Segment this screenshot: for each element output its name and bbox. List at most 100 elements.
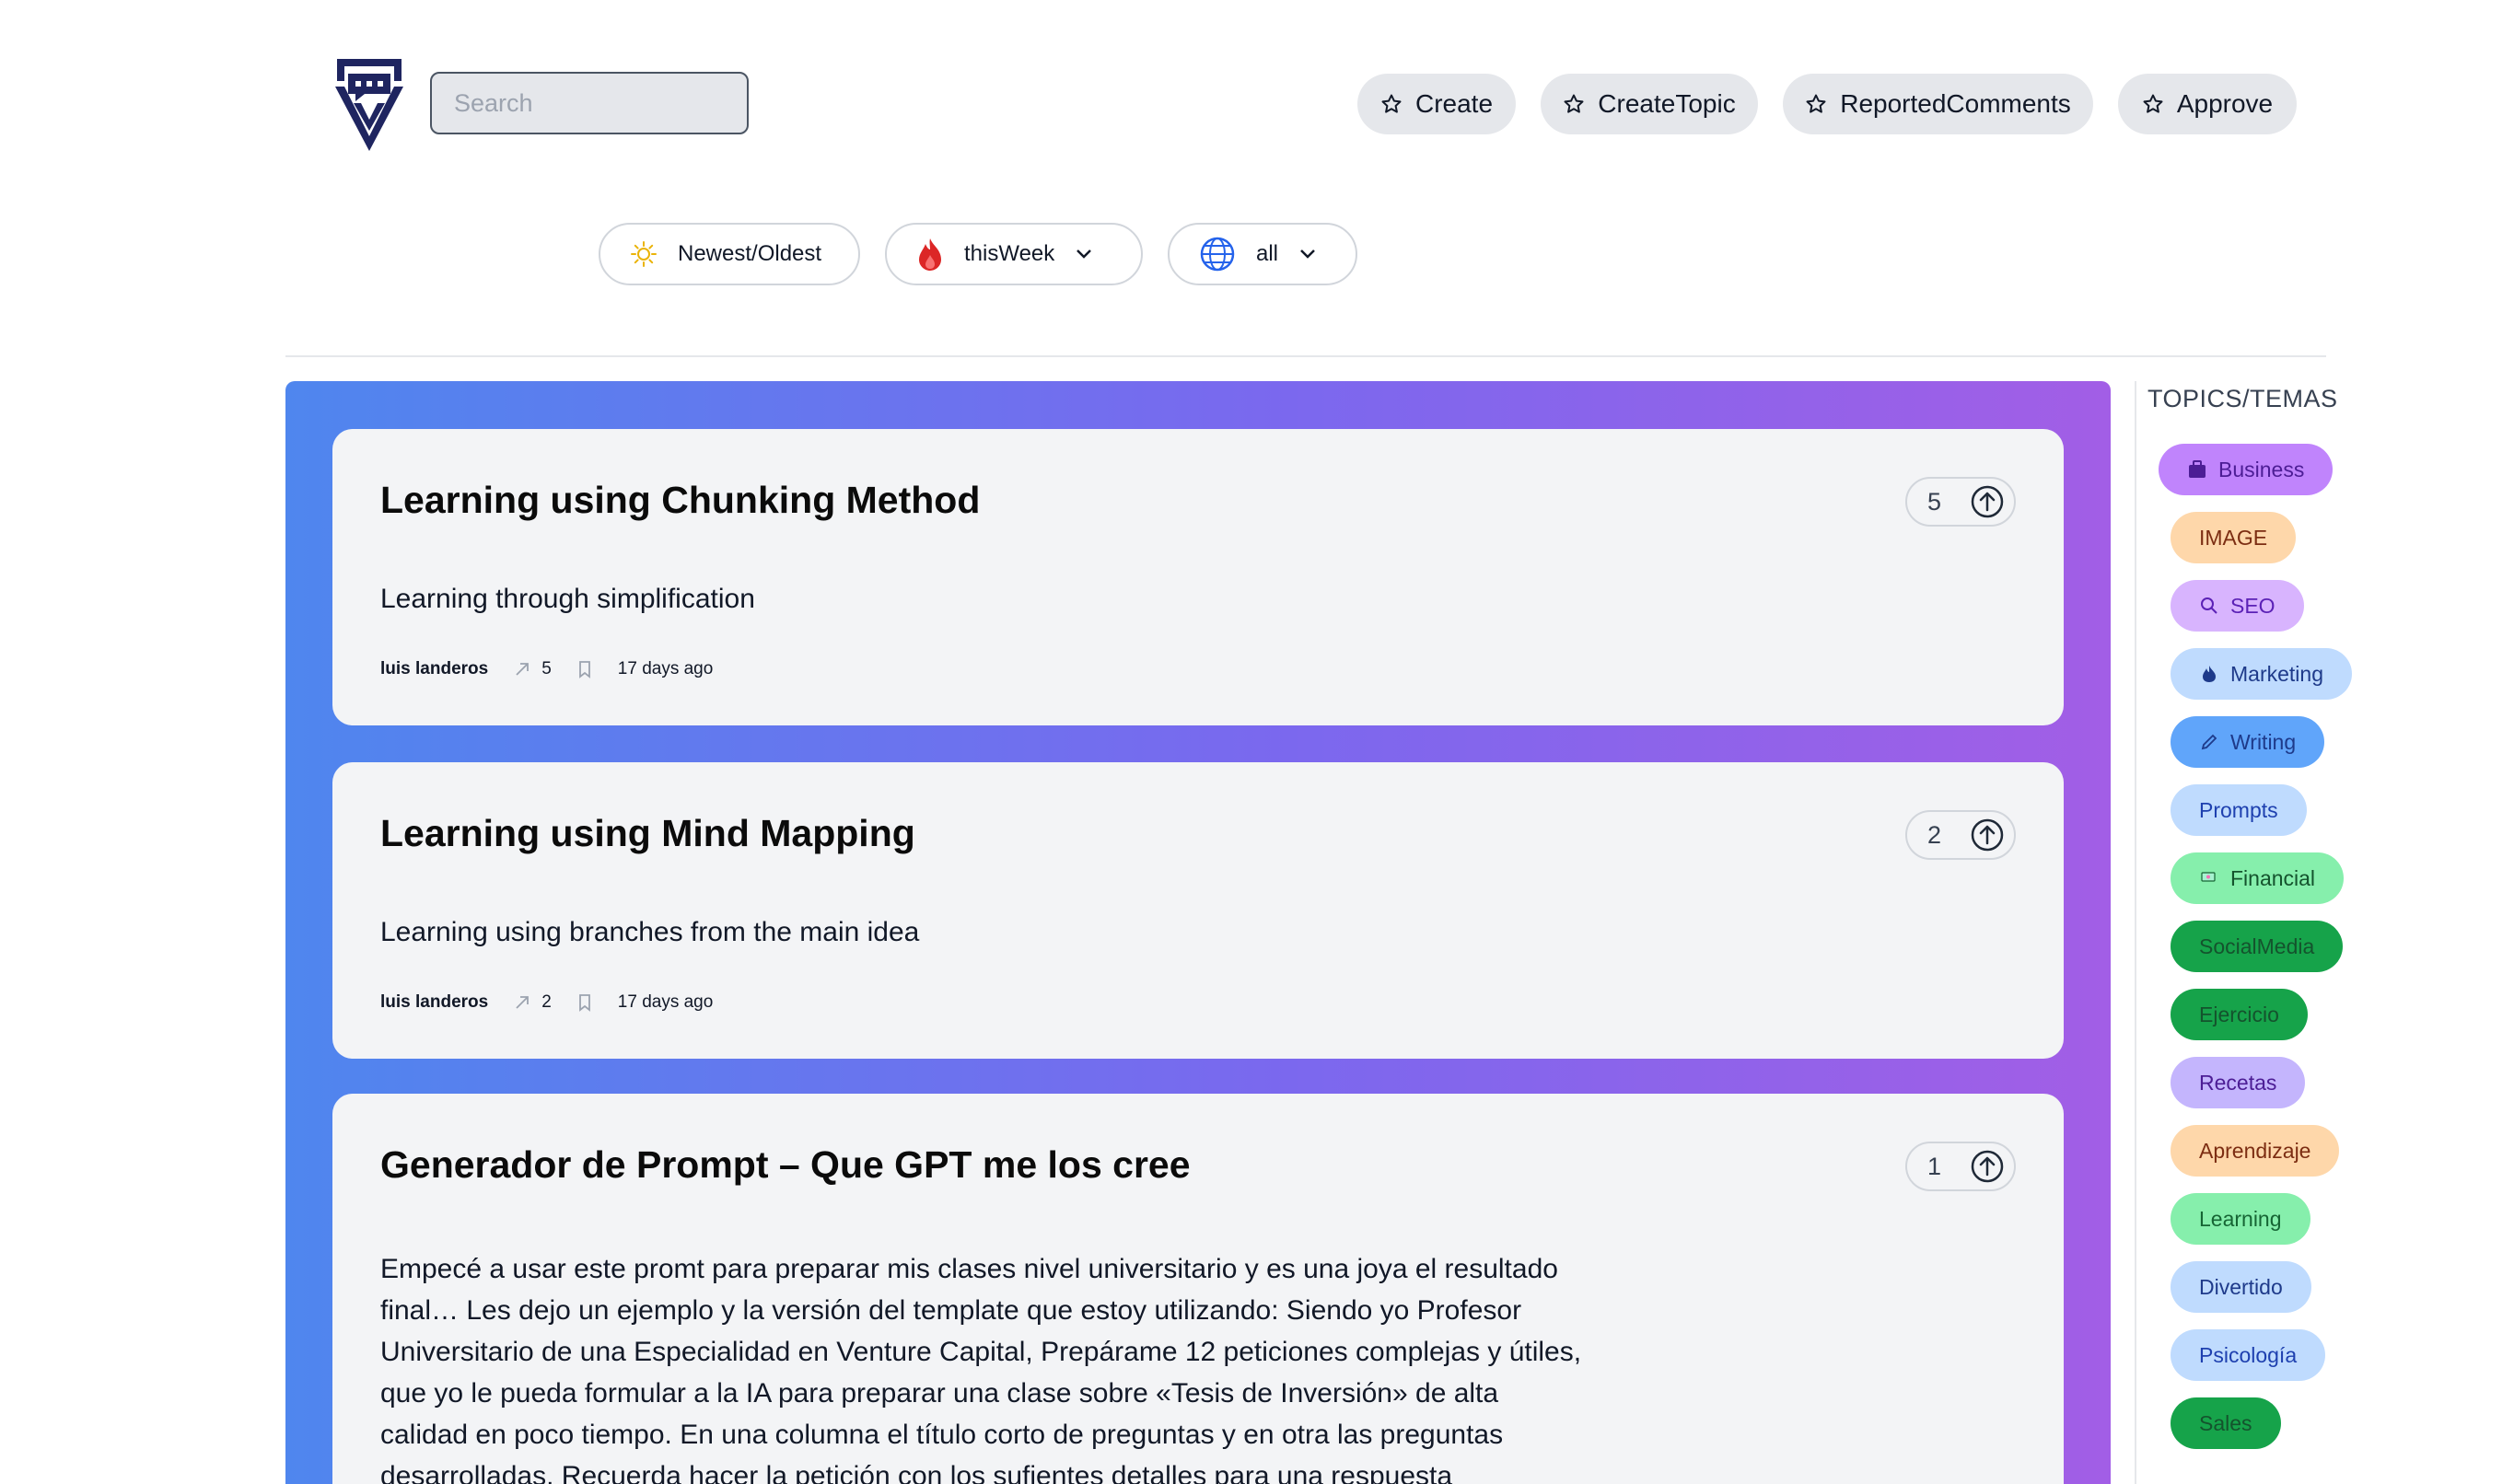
- topic-chip-label: Financial: [2230, 865, 2316, 890]
- share-count: 5: [541, 659, 552, 678]
- post-excerpt-line: final… Les dejo un ejemplo y la versión …: [380, 1295, 1522, 1326]
- post-time: 17 days ago: [617, 992, 714, 1012]
- topic-chip-label: SocialMedia: [2199, 933, 2315, 958]
- post-excerpt: Learning through simplification: [380, 584, 755, 614]
- topic-chip-label: SEO: [2230, 593, 2275, 618]
- topic-chip-learning[interactable]: Learning: [2171, 1193, 2310, 1245]
- topic-chip-recetas[interactable]: Recetas: [2171, 1057, 2306, 1108]
- money-icon: [2199, 868, 2219, 888]
- create-topic-button[interactable]: CreateTopic: [1541, 74, 1758, 134]
- period-filter-label: thisWeek: [964, 241, 1055, 266]
- post-excerpt-line: Universitario de una Especialidad en Ven…: [380, 1337, 1582, 1367]
- search-icon: [2199, 596, 2219, 616]
- sidebar-title: TOPICS/TEMAS: [2147, 385, 2338, 412]
- share-count: 2: [541, 992, 552, 1012]
- topic-chip-label: Learning: [2199, 1206, 2282, 1231]
- post-author[interactable]: luis landeros: [380, 992, 488, 1013]
- star-icon: [1564, 94, 1584, 113]
- reported-comments-button[interactable]: ReportedComments: [1783, 74, 2093, 134]
- create-topic-button-label: CreateTopic: [1598, 89, 1736, 118]
- header-divider: [285, 355, 2326, 357]
- post-title[interactable]: Learning using Chunking Method: [380, 479, 980, 522]
- topic-chip-label: IMAGE: [2199, 525, 2268, 550]
- post-card[interactable]: Generador de Prompt – Que GPT me los cre…: [332, 1094, 2064, 1484]
- topic-chip-label: Divertido: [2199, 1274, 2283, 1299]
- reported-comments-button-label: ReportedComments: [1840, 89, 2071, 118]
- topic-chip-label: Sales: [2199, 1410, 2252, 1435]
- share-arrow-icon[interactable]: [512, 992, 532, 1013]
- topic-chip-label: Psicología: [2199, 1342, 2298, 1367]
- topic-chip-label: Aprendizaje: [2199, 1138, 2311, 1163]
- post-time: 17 days ago: [617, 659, 714, 678]
- search-input[interactable]: [430, 72, 749, 134]
- topic-chip-psicología[interactable]: Psicología: [2171, 1329, 2326, 1381]
- scope-filter-label: all: [1256, 241, 1279, 266]
- topic-chip-label: Marketing: [2230, 661, 2323, 686]
- post-title[interactable]: Learning using Mind Mapping: [380, 812, 915, 855]
- post-card[interactable]: Learning using Chunking Method 5 Learnin…: [332, 429, 2064, 725]
- chevron-down-icon: [1300, 249, 1315, 259]
- bookmark-icon[interactable]: [576, 659, 594, 679]
- flame-icon: [2199, 664, 2219, 684]
- topic-chip-business[interactable]: Business: [2159, 444, 2334, 495]
- topic-chip-image[interactable]: IMAGE: [2171, 512, 2297, 563]
- topic-chip-label: Ejercicio: [2199, 1002, 2279, 1026]
- sort-filter-label: Newest/Oldest: [678, 241, 822, 266]
- upvote-arrow-icon[interactable]: [1970, 817, 2005, 852]
- star-icon: [2143, 94, 2163, 113]
- post-excerpt: Learning using branches from the main id…: [380, 917, 920, 947]
- upvote-arrow-icon[interactable]: [1970, 1149, 2005, 1184]
- post-excerpt-line: calidad en poco tiempo. En una columna e…: [380, 1420, 1504, 1450]
- globe-icon: [1200, 237, 1235, 272]
- share-arrow-icon[interactable]: [512, 659, 532, 679]
- vote-count: 1: [1927, 1152, 1942, 1180]
- topic-chip-label: Business: [2218, 457, 2305, 481]
- post-author[interactable]: luis landeros: [380, 659, 488, 679]
- vote-count: 2: [1927, 820, 1942, 849]
- star-icon: [1806, 94, 1826, 113]
- topic-chip-ejercicio[interactable]: Ejercicio: [2171, 989, 2308, 1040]
- vote-widget: 1: [1905, 1142, 2016, 1191]
- period-filter-dropdown[interactable]: thisWeek: [885, 223, 1143, 285]
- post-card[interactable]: Learning using Mind Mapping 2 Learning u…: [332, 762, 2064, 1059]
- topic-chip-seo[interactable]: SEO: [2171, 580, 2304, 632]
- topic-chip-label: Writing: [2230, 729, 2297, 754]
- topic-chip-label: Prompts: [2199, 797, 2278, 822]
- topic-chip-label: Recetas: [2199, 1070, 2277, 1095]
- post-title[interactable]: Generador de Prompt – Que GPT me los cre…: [380, 1143, 1191, 1187]
- topic-chip-financial[interactable]: Financial: [2171, 852, 2345, 904]
- sidebar-divider: [2135, 381, 2136, 1484]
- post-feed[interactable]: Learning using Chunking Method 5 Learnin…: [285, 381, 2111, 1484]
- approve-button[interactable]: Approve: [2118, 74, 2297, 134]
- create-button-label: Create: [1414, 89, 1494, 118]
- vote-widget: 2: [1905, 810, 2016, 860]
- upvote-arrow-icon[interactable]: [1970, 484, 2005, 519]
- create-button[interactable]: Create: [1357, 74, 1516, 134]
- sort-filter-button[interactable]: Newest/Oldest: [599, 223, 860, 285]
- bookmark-icon[interactable]: [576, 992, 594, 1013]
- chevron-down-icon: [1077, 249, 1092, 259]
- brand-logo-icon[interactable]: [333, 55, 405, 151]
- post-excerpt-line: Empecé a usar este promt para preparar m…: [380, 1254, 1558, 1284]
- pencil-icon: [2199, 732, 2219, 752]
- topic-chip-marketing[interactable]: Marketing: [2171, 648, 2352, 700]
- fire-icon: [919, 238, 941, 271]
- sun-icon: [631, 241, 657, 267]
- topic-chip-aprendizaje[interactable]: Aprendizaje: [2171, 1125, 2340, 1177]
- post-meta: luis landeros 2 17 days ago: [380, 992, 713, 1013]
- topic-chip-writing[interactable]: Writing: [2171, 716, 2325, 768]
- approve-button-label: Approve: [2176, 89, 2274, 118]
- topic-chip-divertido[interactable]: Divertido: [2171, 1261, 2311, 1313]
- vote-widget: 5: [1905, 477, 2016, 527]
- topic-chip-sales[interactable]: Sales: [2171, 1397, 2281, 1449]
- post-excerpt-line: desarrolladas. Recuerda hacer la petició…: [380, 1461, 1453, 1484]
- topic-chip-socialmedia[interactable]: SocialMedia: [2171, 921, 2344, 972]
- topic-chip-prompts[interactable]: Prompts: [2171, 784, 2307, 836]
- post-excerpt: Empecé a usar este promt para preparar m…: [380, 1248, 1581, 1484]
- briefcase-icon: [2187, 459, 2207, 480]
- star-icon: [1381, 94, 1402, 113]
- post-meta: luis landeros 5 17 days ago: [380, 659, 713, 679]
- post-excerpt-line: que yo le pueda formular a la IA para pr…: [380, 1378, 1499, 1409]
- scope-filter-dropdown[interactable]: all: [1168, 223, 1357, 285]
- vote-count: 5: [1927, 487, 1942, 516]
